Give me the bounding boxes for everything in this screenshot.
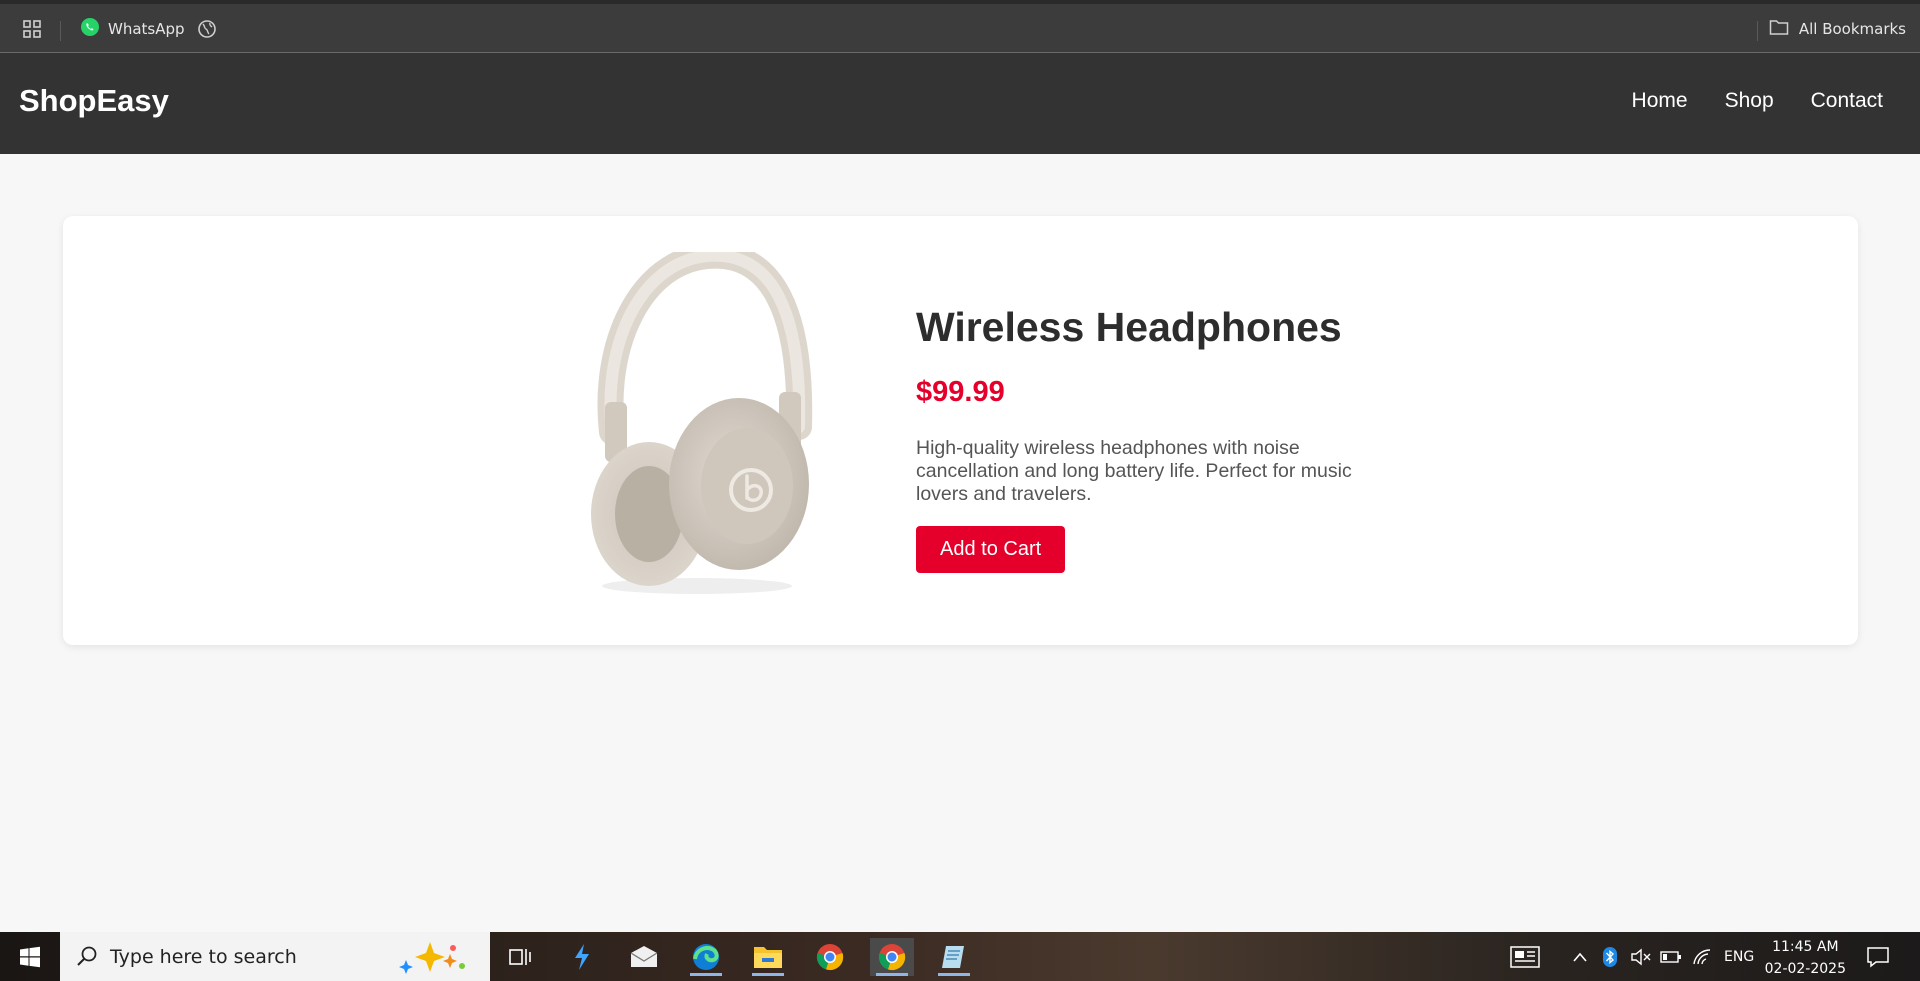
apps-grid-icon[interactable] <box>22 17 42 41</box>
windows-start-icon[interactable] <box>0 932 60 981</box>
whatsapp-icon <box>80 17 100 41</box>
task-view-icon[interactable] <box>498 938 542 976</box>
notepad-running-indicator <box>938 973 970 976</box>
chrome-active-icon[interactable] <box>870 938 914 976</box>
file-explorer-icon[interactable] <box>746 938 790 976</box>
product-description: High-quality wireless headphones with no… <box>916 437 1352 505</box>
news-widget-icon[interactable] <box>1510 932 1540 981</box>
chrome-icon[interactable] <box>808 938 852 976</box>
site-header: ShopEasy Home Shop Contact <box>0 53 1920 154</box>
bookmark-separator <box>1757 21 1758 41</box>
search-placeholder: Type here to search <box>110 945 297 968</box>
clock-date: 02-02-2025 <box>1764 961 1846 977</box>
chrome-running-indicator <box>876 973 908 976</box>
notification-center-icon[interactable] <box>1866 932 1890 981</box>
nav-contact-link[interactable]: Contact <box>1811 89 1883 113</box>
product-price: $99.99 <box>916 376 1005 408</box>
battery-icon[interactable] <box>1660 932 1682 981</box>
search-highlight-icon <box>398 940 468 979</box>
wifi-icon[interactable] <box>1692 932 1714 981</box>
product-image-headphones <box>567 242 867 602</box>
product-info: Wireless Headphones $99.99 High-quality … <box>916 304 1376 573</box>
site-logo[interactable]: ShopEasy <box>19 83 169 119</box>
bookmark-whatsapp-label: WhatsApp <box>108 20 185 38</box>
volume-muted-icon[interactable] <box>1630 932 1652 981</box>
nav-home-link[interactable]: Home <box>1632 89 1688 113</box>
search-icon <box>76 945 98 972</box>
explorer-running-indicator <box>752 973 784 976</box>
edge-running-indicator <box>690 973 722 976</box>
globe-icon[interactable] <box>197 17 217 41</box>
bookmark-separator <box>60 21 61 41</box>
taskbar-search-input[interactable]: Type here to search <box>60 932 490 981</box>
mail-icon[interactable] <box>622 938 666 976</box>
add-to-cart-button[interactable]: Add to Cart <box>916 526 1066 573</box>
main-nav: Home Shop Contact <box>1632 89 1883 113</box>
bluetooth-icon[interactable] <box>1602 932 1618 981</box>
windows-taskbar: Type here to search ENG 11:45 AM 02-02-2… <box>0 932 1920 981</box>
all-bookmarks[interactable]: All Bookmarks <box>1769 17 1906 41</box>
product-title: Wireless Headphones <box>916 304 1342 350</box>
vscode-lightning-icon[interactable] <box>560 938 604 976</box>
bookmark-whatsapp[interactable]: WhatsApp <box>80 17 185 41</box>
clock-time: 11:45 AM <box>1772 939 1839 955</box>
chevron-up-icon[interactable] <box>1572 932 1588 981</box>
edge-browser-icon[interactable] <box>684 938 728 976</box>
notepad-icon[interactable] <box>932 938 976 976</box>
nav-shop-link[interactable]: Shop <box>1725 89 1774 113</box>
taskbar-clock[interactable]: 11:45 AM 02-02-2025 <box>1765 936 1846 980</box>
folder-icon <box>1769 18 1789 40</box>
bookmarks-bar: WhatsApp All Bookmarks <box>0 0 1920 53</box>
product-card: Wireless Headphones $99.99 High-quality … <box>63 216 1858 645</box>
all-bookmarks-label: All Bookmarks <box>1798 20 1906 38</box>
language-indicator[interactable]: ENG <box>1724 932 1754 981</box>
